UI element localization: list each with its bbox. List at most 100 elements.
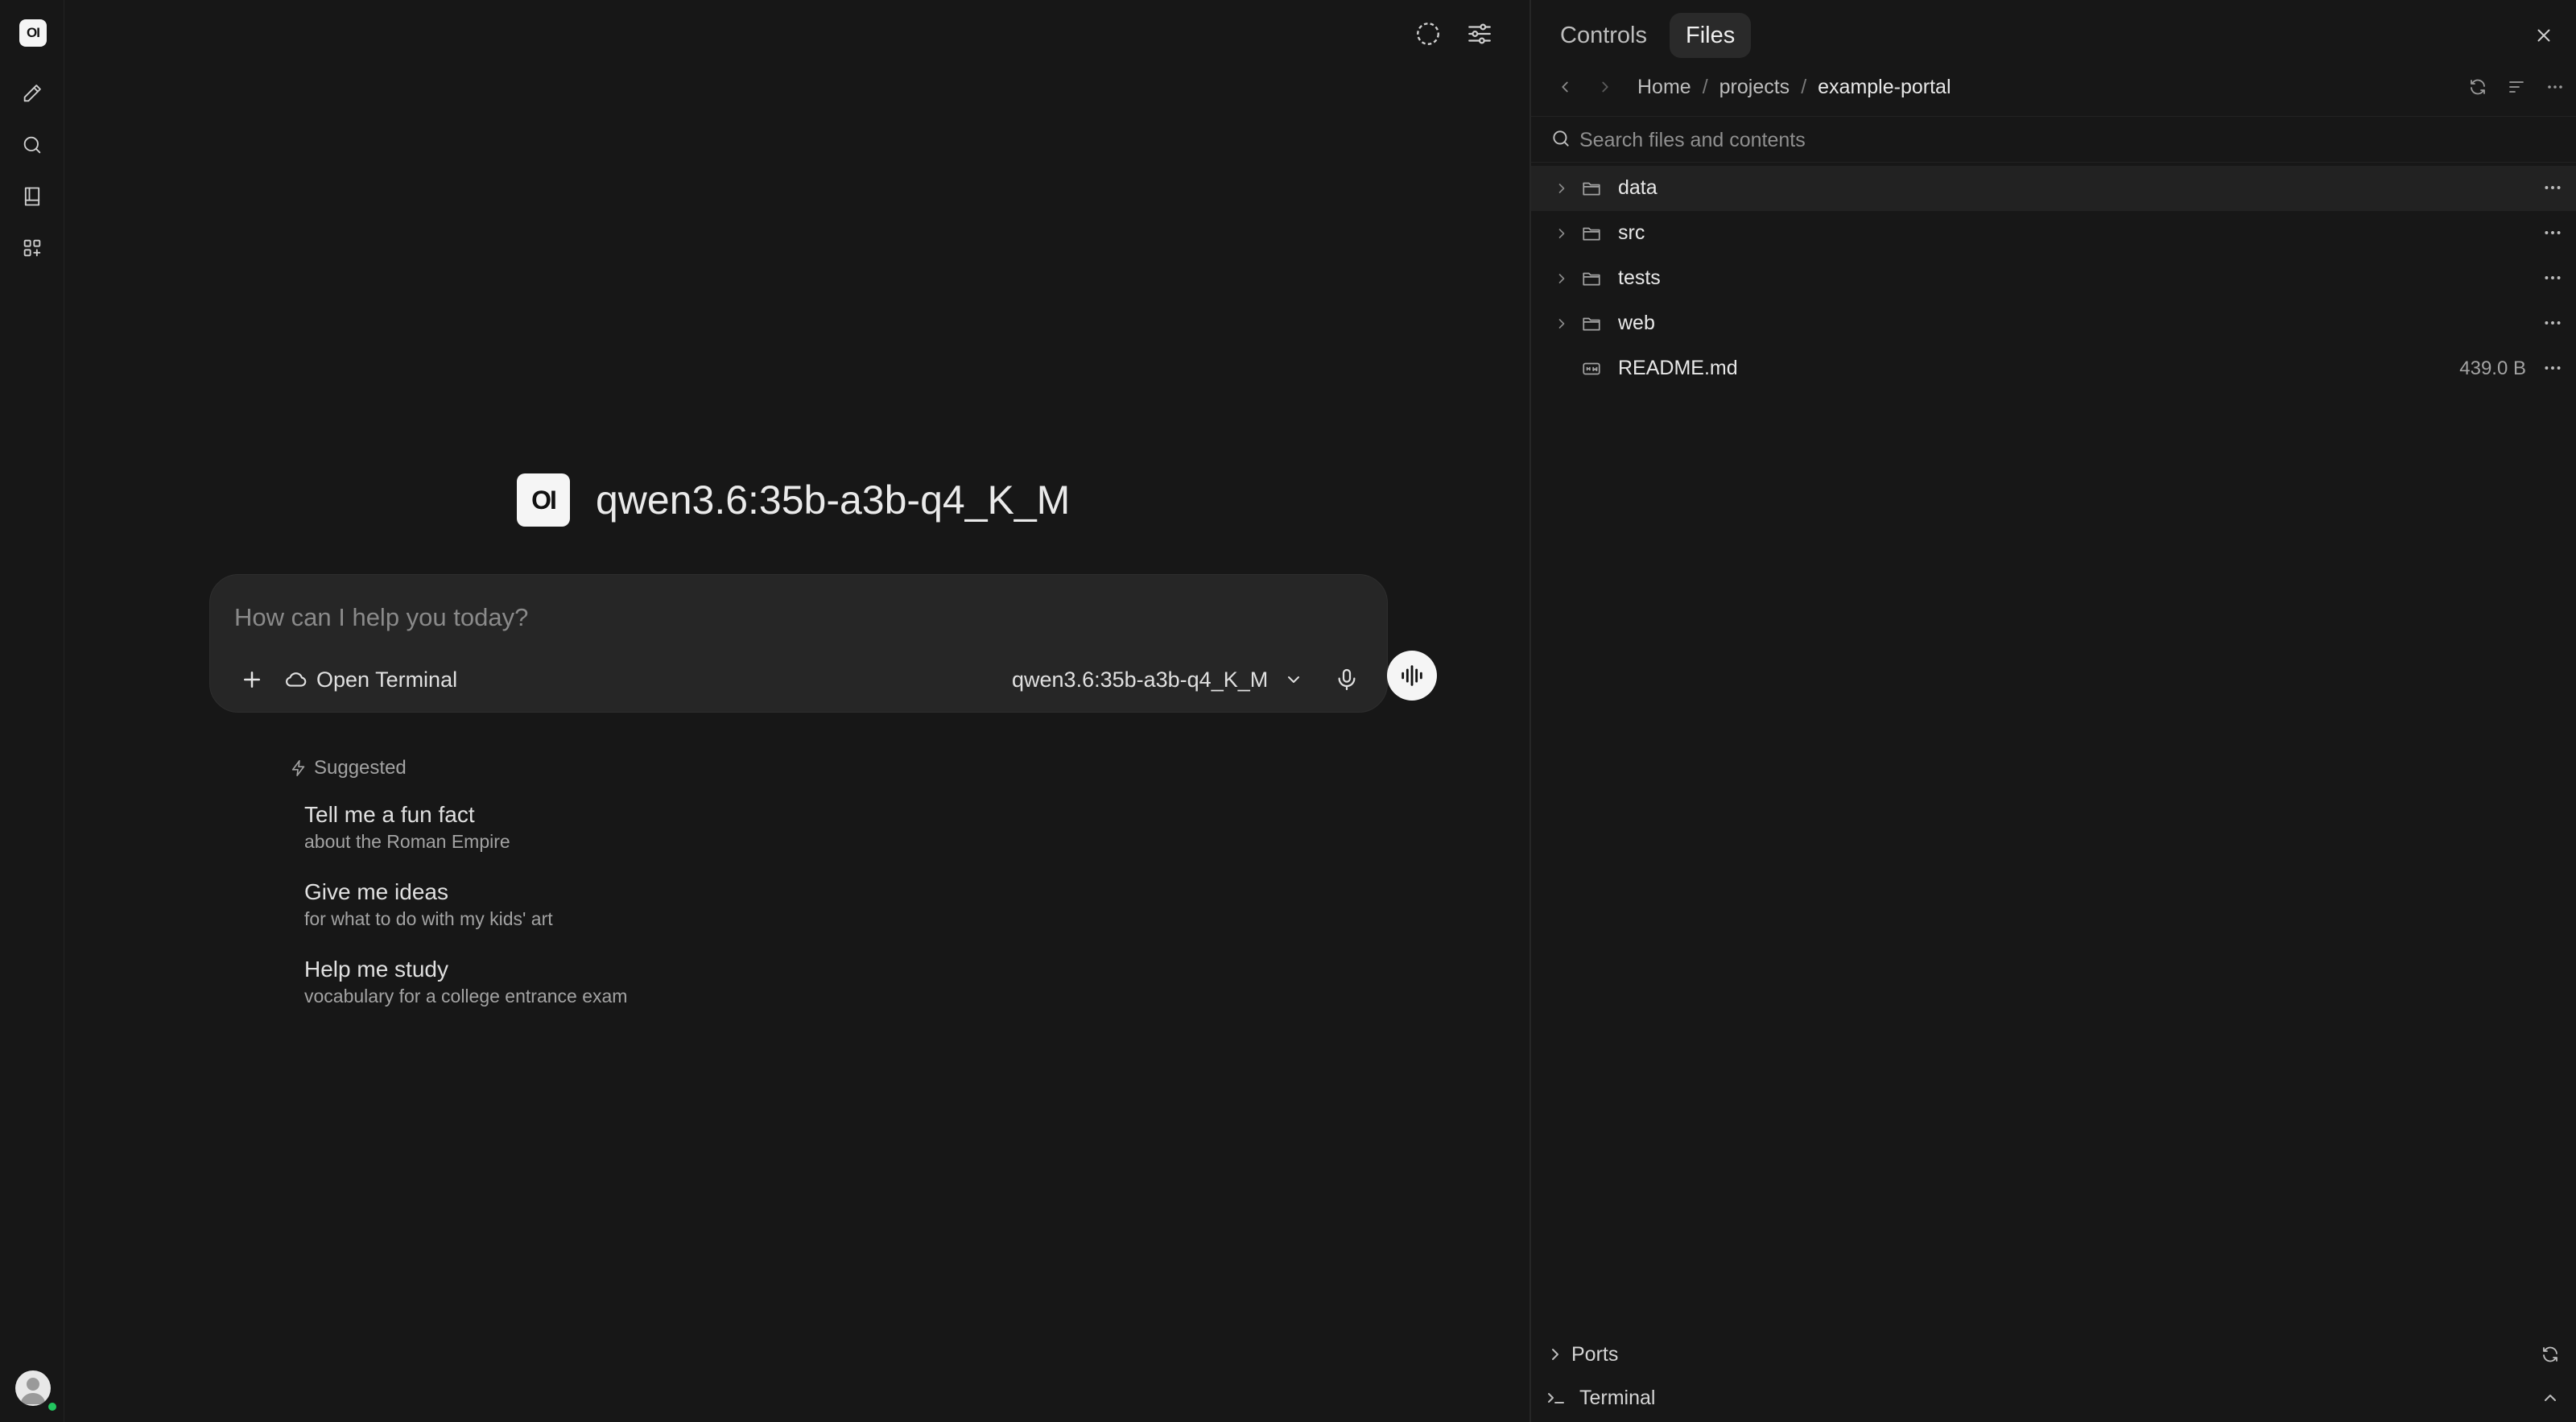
microphone-icon: [1334, 667, 1360, 692]
more-horizontal-icon[interactable]: [2542, 177, 2563, 198]
tab-files[interactable]: Files: [1670, 13, 1752, 58]
refresh-icon[interactable]: [2541, 1345, 2560, 1364]
more-horizontal-icon[interactable]: [2542, 312, 2563, 333]
user-avatar[interactable]: [15, 1370, 51, 1406]
suggestion-item[interactable]: Tell me a fun fact about the Roman Empir…: [304, 800, 510, 854]
file-name: README.md: [1618, 357, 1738, 379]
file-name: web: [1618, 312, 1655, 334]
grid-plus-icon: [21, 237, 43, 259]
suggestion-title: Help me study: [304, 957, 448, 982]
attach-button[interactable]: [228, 655, 276, 704]
chat-area: OI qwen3.6:35b-a3b-q4_K_M Open Terminal: [64, 0, 1530, 1422]
more-horizontal-icon: [2545, 77, 2565, 97]
online-status-dot: [47, 1401, 58, 1412]
suggestion-item[interactable]: Give me ideas for what to do with my kid…: [304, 878, 553, 931]
chevron-up-icon[interactable]: [2541, 1388, 2560, 1408]
suggestion-subtitle: vocabulary for a college entrance exam: [304, 986, 628, 1007]
file-name: src: [1618, 221, 1645, 244]
suggestion-subtitle: for what to do with my kids' art: [304, 908, 553, 929]
notebook-icon: [21, 185, 43, 208]
file-tree-row[interactable]: web: [1531, 301, 2576, 346]
model-title: qwen3.6:35b-a3b-q4_K_M: [596, 477, 1071, 523]
suggestion-title: Give me ideas: [304, 879, 448, 904]
breadcrumb-projects[interactable]: projects: [1719, 76, 1790, 99]
forward-button[interactable]: [1589, 71, 1621, 103]
plus-icon: [240, 668, 264, 692]
terminal-label: Terminal: [1579, 1387, 1656, 1409]
dashed-circle-icon: [1414, 19, 1443, 48]
app-root: OI OI qwen3.6:35b-a3b-q4_K_M How can I h…: [0, 0, 2576, 1422]
message-composer: Open Terminal qwen3.6:35b-a3b-q4_K_M: [209, 574, 1437, 713]
chevron-left-icon: [1556, 78, 1574, 96]
folder-icon: [1581, 223, 1602, 244]
workspace-button[interactable]: [13, 229, 52, 267]
terminal-section-toggle[interactable]: Terminal: [1531, 1377, 2576, 1419]
folder-icon: [1581, 178, 1602, 199]
file-tree-row[interactable]: README.md 439.0 B: [1531, 346, 2576, 391]
search-icon: [21, 134, 43, 156]
suggestion-subtitle: about the Roman Empire: [304, 831, 510, 852]
dictate-button[interactable]: [1326, 659, 1368, 701]
file-name: tests: [1618, 267, 1661, 289]
more-horizontal-icon[interactable]: [2542, 358, 2563, 378]
voice-mode-button[interactable]: [1387, 651, 1437, 701]
close-icon: [2533, 25, 2554, 46]
file-search-bar: [1531, 116, 2576, 163]
search-chats-button[interactable]: [13, 126, 52, 164]
app-logo[interactable]: OI: [19, 19, 47, 47]
temporary-chat-button[interactable]: [1409, 14, 1447, 53]
file-tree-row[interactable]: data: [1531, 166, 2576, 211]
new-chat-button[interactable]: [13, 74, 52, 113]
message-input[interactable]: [234, 597, 1200, 638]
chevron-right-icon[interactable]: [1554, 271, 1570, 287]
chevron-right-icon[interactable]: [1554, 225, 1570, 242]
cloud-icon: [284, 668, 308, 692]
chevron-right-icon: [1546, 1345, 1565, 1364]
file-search-input[interactable]: [1579, 123, 2545, 157]
file-tree-row[interactable]: tests: [1531, 256, 2576, 301]
breadcrumb-separator: /: [1702, 75, 1708, 98]
sort-button[interactable]: [2500, 71, 2533, 103]
folder-icon: [1581, 313, 1602, 334]
file-size: 439.0 B: [2459, 358, 2526, 379]
ports-section-toggle[interactable]: Ports: [1531, 1333, 2576, 1375]
suggestion-item[interactable]: Help me study vocabulary for a college e…: [304, 955, 627, 1008]
breadcrumb: Home / projects / example-portal: [1637, 71, 1951, 103]
suggestion-title: Tell me a fun fact: [304, 802, 475, 827]
panel-more-button[interactable]: [2539, 71, 2571, 103]
left-sidebar: OI: [0, 0, 64, 1422]
terminal-prompt-icon: [1546, 1388, 1568, 1408]
more-horizontal-icon[interactable]: [2542, 222, 2563, 243]
suggested-label: Suggested: [314, 757, 407, 779]
chat-controls-button[interactable]: [1460, 14, 1499, 53]
sliders-icon: [1466, 20, 1493, 48]
chevron-right-icon[interactable]: [1554, 180, 1570, 196]
pencil-icon: [21, 82, 43, 105]
open-terminal-button[interactable]: Open Terminal: [284, 662, 457, 697]
file-text-icon: [1581, 358, 1602, 379]
lightning-icon: [290, 759, 308, 777]
search-icon: [1550, 128, 1571, 149]
refresh-files-button[interactable]: [2462, 71, 2494, 103]
chevron-down-icon: [1284, 670, 1303, 689]
waveform-icon: [1398, 662, 1426, 689]
back-button[interactable]: [1549, 71, 1581, 103]
close-panel-button[interactable]: [2526, 18, 2562, 53]
user-icon: [15, 1370, 51, 1406]
model-header: OI qwen3.6:35b-a3b-q4_K_M: [517, 473, 1070, 527]
breadcrumb-current[interactable]: example-portal: [1818, 76, 1951, 99]
chevron-right-icon[interactable]: [1554, 316, 1570, 332]
files-panel: Controls Files Home / projects / example…: [1530, 0, 2576, 1422]
folder-icon: [1581, 268, 1602, 289]
model-selector[interactable]: qwen3.6:35b-a3b-q4_K_M: [1012, 660, 1303, 699]
file-tree-row[interactable]: src: [1531, 211, 2576, 256]
sort-lines-icon: [2507, 77, 2526, 97]
tab-controls[interactable]: Controls: [1544, 13, 1663, 58]
breadcrumb-home[interactable]: Home: [1637, 76, 1691, 99]
file-name: data: [1618, 176, 1657, 199]
open-terminal-label: Open Terminal: [316, 667, 458, 692]
more-horizontal-icon[interactable]: [2542, 267, 2563, 288]
refresh-icon: [2468, 77, 2487, 97]
notes-button[interactable]: [13, 177, 52, 216]
ports-label: Ports: [1571, 1343, 1619, 1366]
